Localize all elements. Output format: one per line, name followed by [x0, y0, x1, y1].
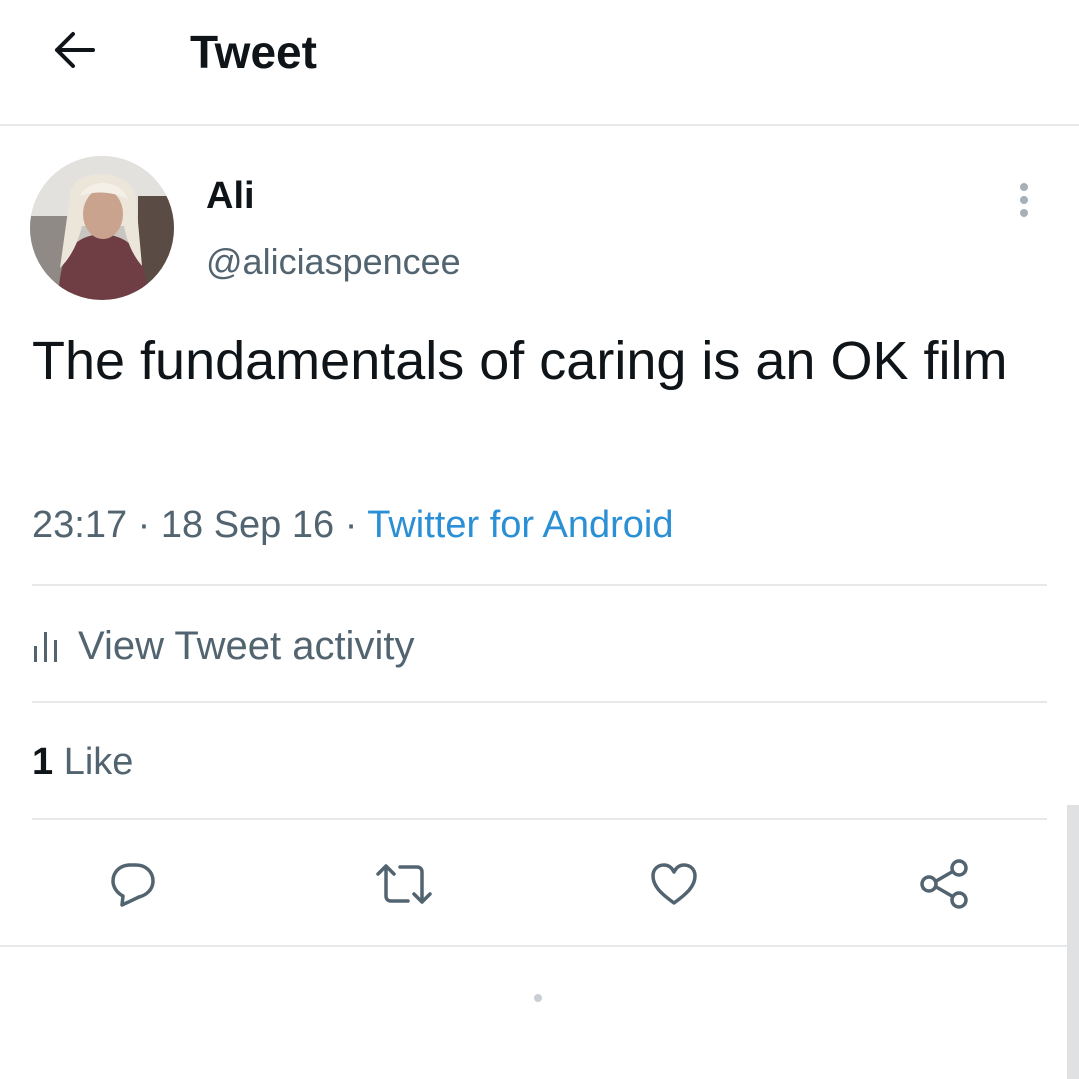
share-button[interactable] — [914, 854, 974, 914]
tweet-time: 23:17 — [32, 504, 128, 546]
likes-label: Like — [63, 741, 134, 783]
divider — [32, 584, 1047, 586]
like-button[interactable] — [644, 854, 704, 914]
tweet-source-link[interactable]: Twitter for Android — [367, 504, 673, 546]
meta-separator: · — [344, 504, 358, 546]
divider — [0, 945, 1079, 947]
bar-chart-icon — [34, 632, 57, 662]
divider — [32, 701, 1047, 703]
back-button[interactable] — [46, 22, 102, 78]
retweet-icon — [376, 864, 432, 904]
reply-button[interactable] — [103, 854, 163, 914]
tweet-meta: 23:17 · 18 Sep 16 · Twitter for Android — [32, 500, 673, 550]
scrollbar[interactable] — [1067, 805, 1079, 1079]
tweet-date: 18 Sep 16 — [160, 504, 335, 546]
meta-separator: · — [137, 504, 151, 546]
top-bar: Tweet — [0, 0, 1079, 126]
divider — [32, 818, 1047, 820]
retweet-button[interactable] — [374, 854, 434, 914]
heart-icon — [651, 863, 697, 905]
likes-number: 1 — [32, 741, 54, 783]
avatar[interactable] — [30, 156, 174, 300]
reply-icon — [111, 863, 155, 907]
arrow-left-icon — [55, 32, 95, 68]
likes-count-link[interactable]: 1 Like — [32, 736, 133, 788]
share-icon — [920, 859, 968, 909]
author-handle[interactable]: @aliciaspencee — [206, 238, 461, 286]
author-name[interactable]: Ali — [206, 172, 255, 220]
more-vertical-icon — [1020, 183, 1028, 217]
activity-label: View Tweet activity — [78, 623, 415, 668]
tweet-text: The fundamentals of caring is an OK film — [32, 331, 1008, 391]
loading-dot — [534, 994, 542, 1002]
profile-photo — [30, 156, 174, 300]
page-title: Tweet — [190, 26, 317, 78]
more-options-button[interactable] — [1002, 176, 1046, 224]
view-tweet-activity-link[interactable]: View Tweet activity — [32, 618, 414, 674]
